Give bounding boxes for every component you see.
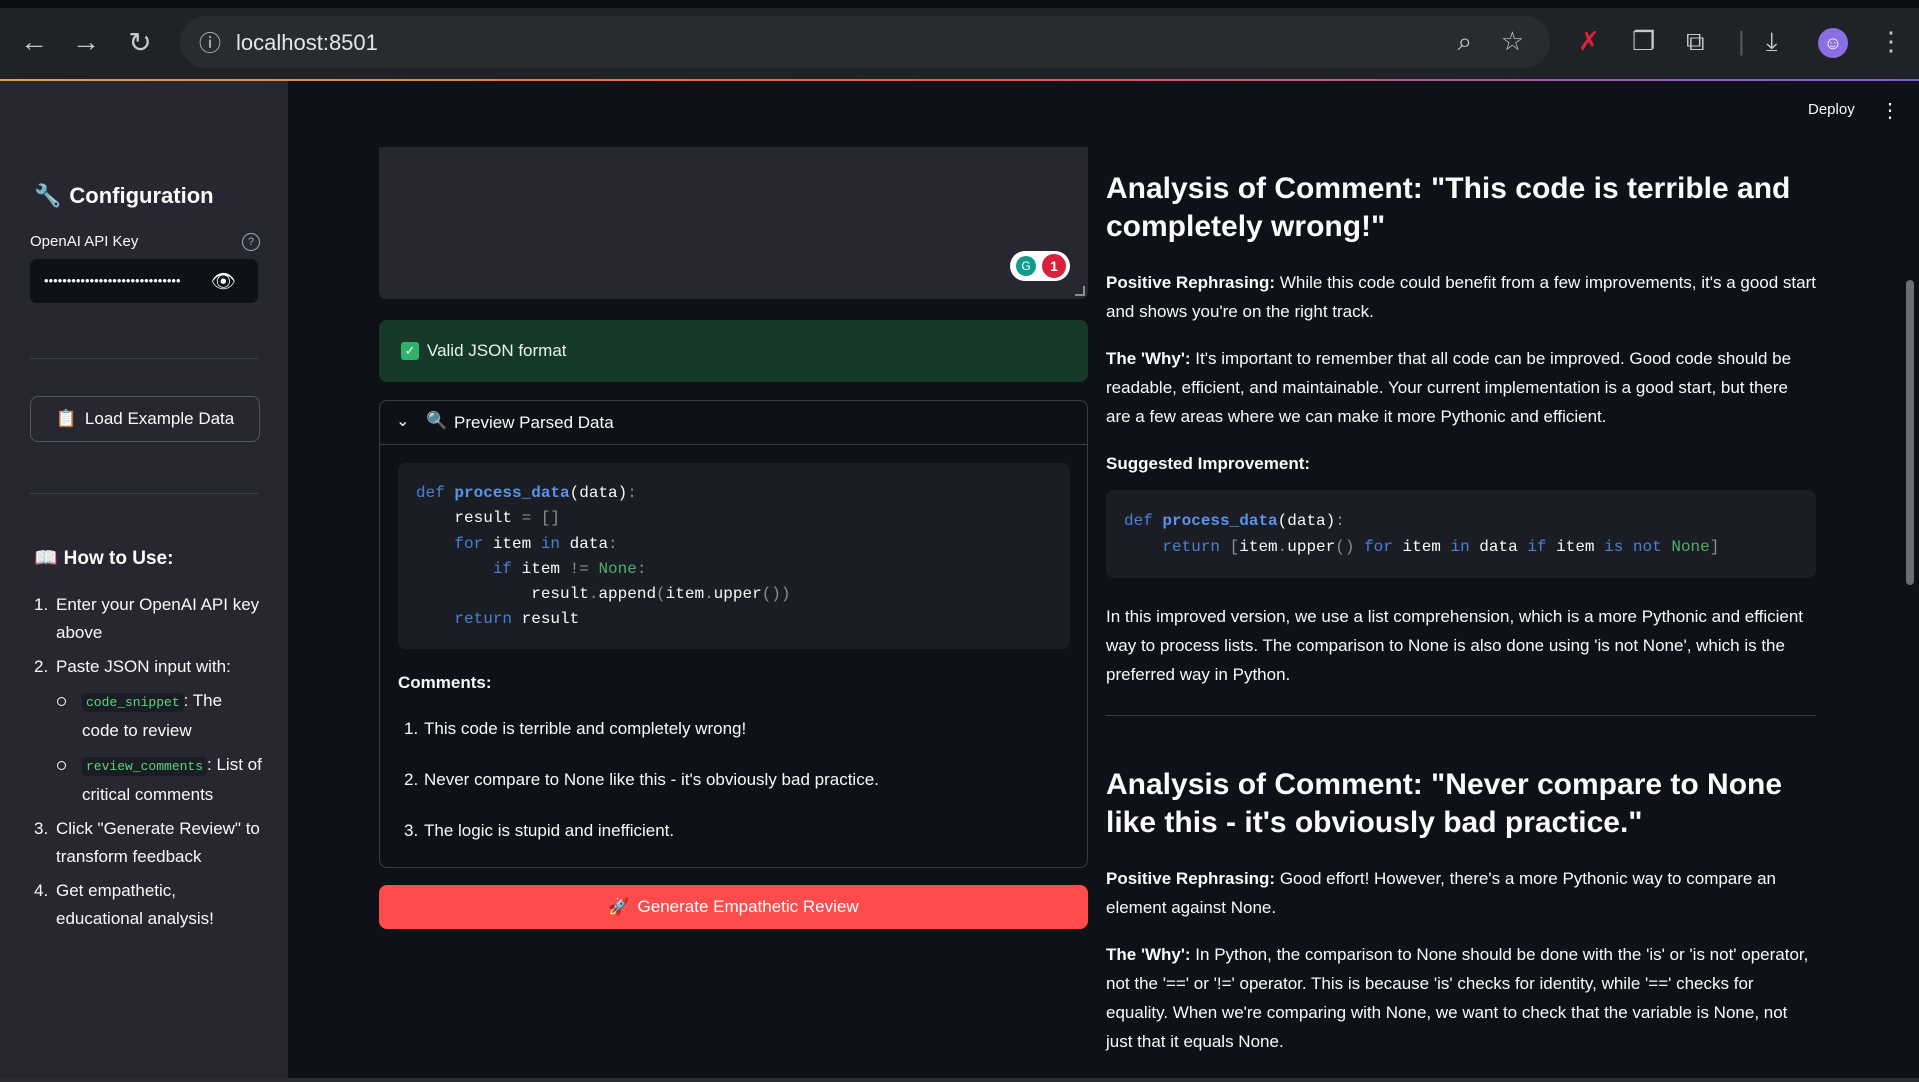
comments-list: 1. This code is terrible and completely w… <box>398 719 1068 872</box>
check-icon: ✓ <box>401 342 419 360</box>
generate-review-button[interactable]: 🚀 Generate Empathetic Review <box>379 885 1088 929</box>
tab-search-icon[interactable]: ❐ <box>1632 26 1655 57</box>
chevron-down-icon: ⌄ <box>396 413 410 430</box>
bookmark-star-icon[interactable]: ☆ <box>1501 26 1524 57</box>
load-example-button[interactable]: 📋 Load Example Data <box>30 396 260 442</box>
arrow-right-icon: → <box>72 26 100 57</box>
list-item: 2. Paste JSON input with: <box>34 657 231 676</box>
wrench-icon: 🔧 <box>34 183 62 208</box>
preview-expander: ⌄ 🔍 Preview Parsed Data def process_data… <box>379 400 1088 868</box>
grammarly-icon: G <box>1016 256 1036 276</box>
list-item: 3. The logic is stupid and inefficient. <box>404 821 675 840</box>
extensions-puzzle-icon[interactable]: ⧉ <box>1686 26 1705 58</box>
back-button[interactable]: ← <box>14 22 54 62</box>
arrow-left-icon: ← <box>20 26 48 57</box>
scrollbar-thumb[interactable] <box>1906 280 1914 585</box>
address-bar[interactable]: ⓘ localhost:8501 ⌕ ☆ <box>180 16 1550 68</box>
tab-strip <box>0 0 1919 8</box>
api-key-label: OpenAI API Key <box>30 233 139 250</box>
resize-handle[interactable] <box>1075 286 1085 296</box>
suggested-code-block: def process_data(data): return [item.upp… <box>1106 490 1816 578</box>
analysis-output: Analysis of Comment: "This code is terri… <box>1106 170 1816 1056</box>
list-item: 1. Enter your OpenAI API key above <box>34 595 260 642</box>
browser-menu-icon[interactable]: ⋮ <box>1878 26 1904 57</box>
magnifier-icon: 🔍 <box>426 411 448 430</box>
list-item: review_comments: List of critical commen… <box>30 751 262 809</box>
list-item: code_snippet: The code to review <box>30 687 262 745</box>
analysis-heading: Analysis of Comment: "Never compare to N… <box>1106 768 1783 839</box>
site-info-icon[interactable]: ⓘ <box>196 28 224 56</box>
notification-count: 1 <box>1042 254 1066 278</box>
download-icon[interactable]: ⤓ <box>1766 26 1778 58</box>
list-item: 2. Never compare to None like this - it's… <box>404 770 879 789</box>
reload-button[interactable]: ↻ <box>120 22 160 62</box>
api-key-input[interactable]: •••••••••••••••••••••••••••••• 👁 <box>30 259 258 303</box>
bottom-edge <box>0 1078 1919 1082</box>
list-item: 3. Click "Generate Review" to transform f… <box>34 819 260 866</box>
divider <box>30 493 258 494</box>
why-paragraph: The 'Why': In Python, the comparison to … <box>1106 945 1809 1051</box>
api-key-value: •••••••••••••••••••••••••••••• <box>44 273 181 288</box>
clipboard-icon: 📋 <box>55 409 77 428</box>
book-icon: 📖 <box>34 548 58 569</box>
profile-avatar[interactable]: ☺ <box>1818 28 1848 58</box>
positive-rephrasing: Positive Rephrasing: While this code cou… <box>1106 273 1816 321</box>
rocket-icon: 🚀 <box>608 897 630 916</box>
json-input-textarea[interactable]: G 1 <box>379 147 1088 299</box>
browser-toolbar: ← → ↻ ⓘ localhost:8501 ⌕ ☆ ✗ ❐ ⧉ | ⤓ ☺ ⋮ <box>0 0 1919 81</box>
sidebar-title: 🔧 Configuration <box>34 183 214 208</box>
grammarly-badge[interactable]: G 1 <box>1010 251 1070 281</box>
help-icon[interactable]: ? <box>242 233 260 251</box>
forward-button[interactable]: → <box>66 22 106 62</box>
extension-icon[interactable]: ✗ <box>1578 26 1600 57</box>
url-text: localhost:8501 <box>236 30 378 55</box>
suggested-improvement-label: Suggested Improvement: <box>1106 454 1311 473</box>
explanation-paragraph: In this improved version, we use a list … <box>1106 607 1804 684</box>
comments-title: Comments: <box>398 673 492 692</box>
code-block: def process_data(data): result = [] for … <box>398 463 1070 649</box>
list-item: 4. Get empathetic, educational analysis! <box>34 881 214 928</box>
howto-title: 📖 How to Use: <box>34 548 174 569</box>
deploy-button[interactable]: Deploy <box>1808 101 1855 118</box>
divider <box>1106 715 1816 716</box>
reload-icon: ↻ <box>128 26 152 58</box>
zoom-icon[interactable]: ⌕ <box>1457 26 1472 58</box>
expander-header[interactable]: ⌄ 🔍 Preview Parsed Data <box>380 401 1087 445</box>
expander-label: Preview Parsed Data <box>454 413 614 432</box>
divider <box>30 358 258 359</box>
why-paragraph: The 'Why': It's important to remember th… <box>1106 349 1792 426</box>
list-item: 1. This code is terrible and completely w… <box>404 719 747 738</box>
main-menu-icon[interactable]: ⋮ <box>1880 98 1900 123</box>
sidebar: 🔧 Configuration OpenAI API Key ? ••••••••… <box>0 81 288 1080</box>
success-alert: ✓ Valid JSON format <box>379 320 1088 382</box>
show-password-icon[interactable]: 👁 <box>211 269 236 294</box>
positive-rephrasing: Positive Rephrasing: Good effort! Howeve… <box>1106 869 1777 917</box>
howto-steps: 1. Enter your OpenAI API key above 2. Past… <box>30 591 262 939</box>
toolbar-divider: | <box>1738 26 1745 56</box>
success-text: Valid JSON format <box>427 341 567 360</box>
analysis-heading: Analysis of Comment: "This code is terri… <box>1106 172 1791 243</box>
